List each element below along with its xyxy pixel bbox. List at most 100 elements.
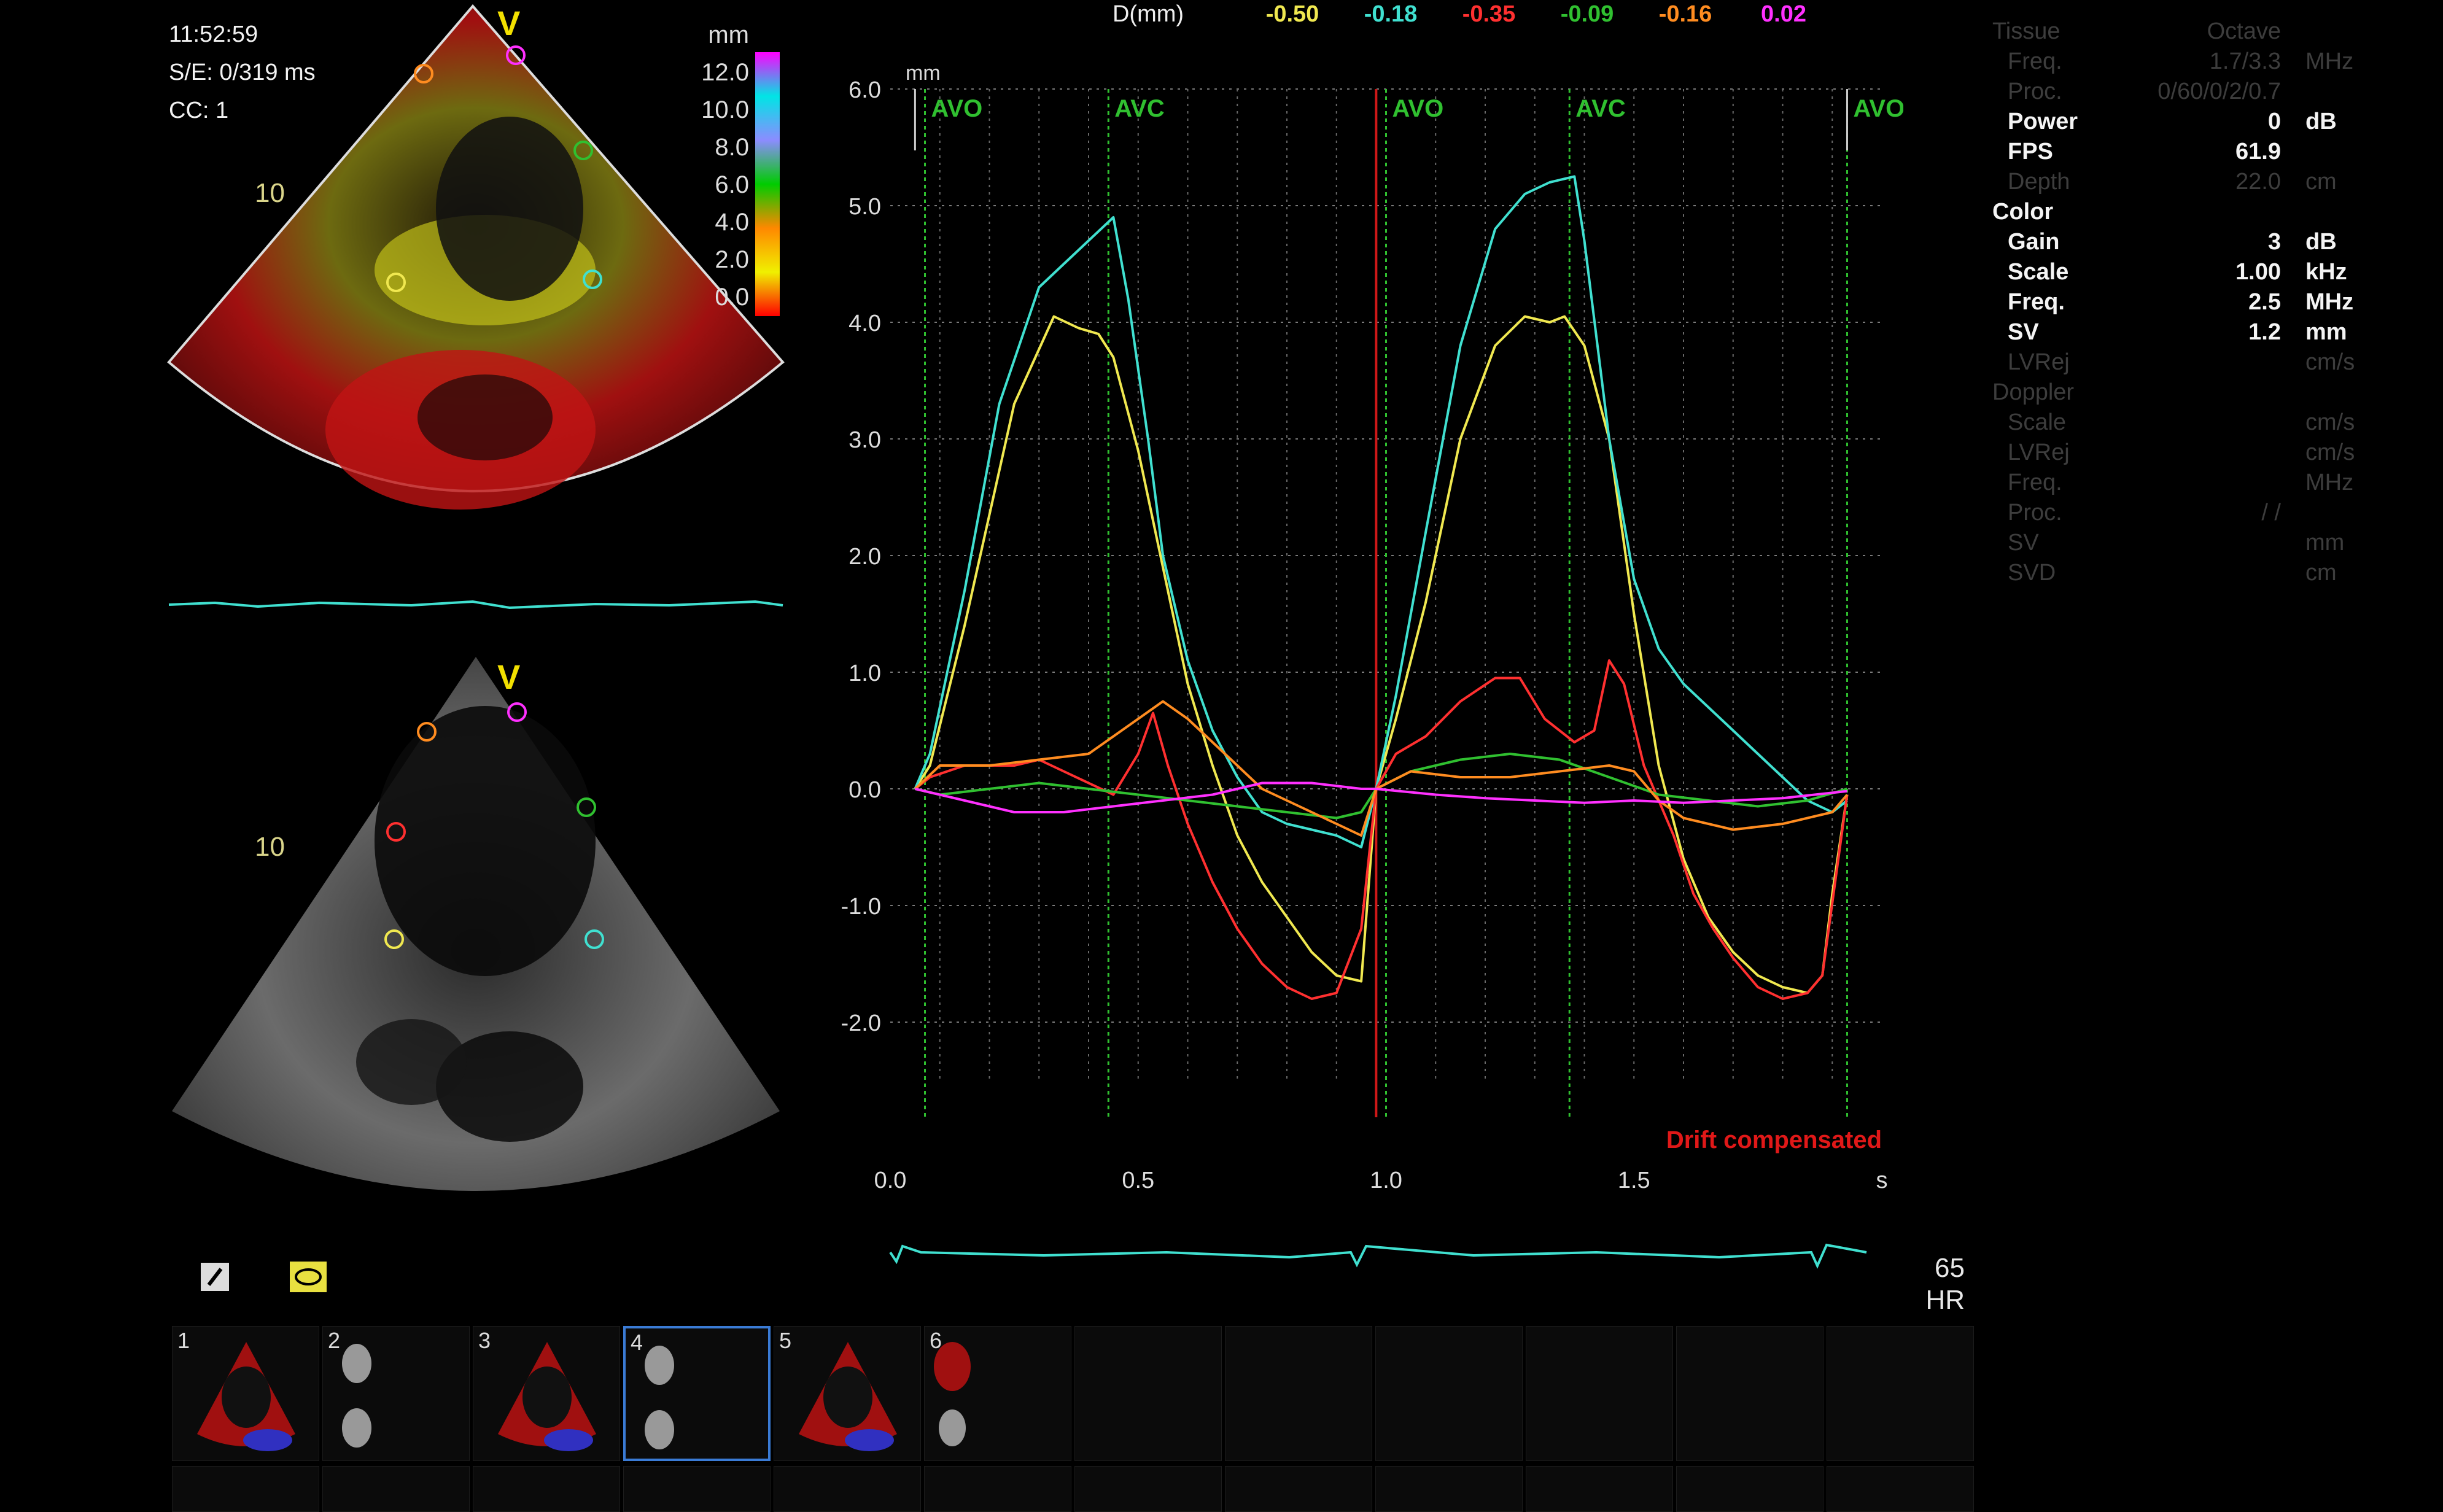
- empty-thumbnail-slot: [1074, 1326, 1222, 1461]
- y-tick-label: -1.0: [841, 894, 881, 920]
- event-label: AVC: [1575, 95, 1625, 122]
- setting-value: 61.9: [2235, 139, 2281, 165]
- setting-unit: cm: [2305, 560, 2337, 586]
- clip-thumbnail[interactable]: 1: [172, 1326, 319, 1461]
- setting-key: Scale: [2008, 409, 2067, 435]
- setting-row: SV mm: [1992, 530, 2422, 560]
- setting-unit: MHz: [2305, 470, 2354, 495]
- setting-row: LVRej cm/s: [1992, 440, 2422, 470]
- y-tick-label: 2.0: [849, 544, 881, 570]
- setting-key: Gain: [2008, 229, 2060, 255]
- setting-key: Doppler: [1992, 379, 2075, 405]
- ecg-trace-top: [168, 600, 783, 610]
- setting-value: / /: [2261, 500, 2281, 525]
- series-line: [914, 659, 1849, 1000]
- legend-value: -0.18: [1364, 1, 1418, 27]
- event-label: AVO: [931, 95, 983, 122]
- setting-key: Scale: [2008, 259, 2069, 285]
- setting-row: Freq. 2.5 MHz: [1992, 289, 2422, 319]
- depth-label: 10: [255, 178, 285, 208]
- y-tick-label: 3.0: [849, 427, 881, 453]
- sector-marker-v: V: [497, 657, 521, 696]
- setting-value: 0: [2267, 109, 2281, 134]
- y-unit-label: mm: [906, 61, 941, 85]
- event-label: AVO: [1853, 95, 1903, 122]
- heart-rate-label: HR: [1925, 1285, 1965, 1315]
- empty-thumbnail-slot: [1225, 1466, 1372, 1512]
- setting-row: Depth 22.0 cm: [1992, 169, 2422, 199]
- setting-row: Freq. MHz: [1992, 470, 2422, 500]
- x-unit-label: s: [1876, 1168, 1888, 1193]
- setting-value: 1.00: [2235, 259, 2281, 285]
- setting-value: Octave: [2207, 18, 2281, 44]
- chart-axes: 0.0 0.5 1.0 1.5 s: [874, 1168, 1888, 1193]
- setting-row: FPS 61.9: [1992, 139, 2422, 169]
- colorbar-labels: mm 12.0 10.0 8.0 6.0 4.0 2.0 0.0: [688, 21, 749, 321]
- echo-view-grayscale[interactable]: V 10: [166, 657, 786, 1265]
- empty-thumbnail-slot: [1526, 1326, 1673, 1461]
- y-tick-label: 5.0: [849, 194, 881, 220]
- setting-row: Scale cm/s: [1992, 409, 2422, 440]
- empty-thumbnail-slot: [1526, 1466, 1673, 1512]
- thumbnail-image: [645, 1346, 674, 1449]
- setting-row: Proc. 0/60/0/2/0.7: [1992, 79, 2422, 109]
- sector-marker-v: V: [497, 4, 521, 42]
- setting-unit: mm: [2305, 319, 2347, 345]
- colorbar-unit: mm: [708, 21, 749, 48]
- setting-unit: cm: [2305, 169, 2337, 195]
- event-label: AVC: [1114, 95, 1164, 122]
- clip-thumbnail[interactable]: 2: [322, 1326, 470, 1461]
- empty-thumbnail-slot: [1827, 1326, 1974, 1461]
- setting-key: Freq.: [2008, 470, 2062, 495]
- roi-ellipse-icon[interactable]: [289, 1260, 327, 1297]
- setting-key: Color: [1992, 199, 2054, 225]
- setting-row: SVD cm: [1992, 560, 2422, 590]
- clip-thumbnail[interactable]: 6: [924, 1326, 1071, 1461]
- setting-unit: MHz: [2305, 48, 2354, 74]
- echo-sector-gray-image: [172, 657, 780, 1191]
- clip-thumbnail[interactable]: 4: [623, 1326, 771, 1461]
- setting-unit: dB: [2305, 229, 2337, 255]
- thumbnail-image: [498, 1342, 596, 1451]
- setting-value: 1.2: [2248, 319, 2281, 345]
- setting-key: SV: [2008, 530, 2039, 556]
- displacement-chart: D(mm) -0.50 -0.18 -0.35 -0.09 -0.16 0.02 6.0 5.…: [841, 1, 1903, 1269]
- colorbar-label: 12.0: [701, 59, 749, 86]
- x-tick-label: 1.5: [1618, 1168, 1650, 1193]
- colorbar-label: 2.0: [715, 246, 749, 273]
- thumbnail-image: [342, 1344, 371, 1448]
- y-tick-label: 0.0: [849, 777, 881, 803]
- empty-thumbnail-slot: [1225, 1326, 1372, 1461]
- empty-thumbnail-slot: [1676, 1326, 1824, 1461]
- empty-thumbnail-slot: [1074, 1466, 1222, 1512]
- setting-unit: cm/s: [2305, 440, 2355, 465]
- setting-row: Color: [1992, 199, 2422, 229]
- colorbar-label: 10.0: [701, 96, 749, 123]
- color-scale-bar: [755, 52, 780, 316]
- setting-value: 0/60/0/2/0.7: [2158, 79, 2281, 104]
- setting-key: FPS: [2008, 139, 2053, 165]
- clip-thumbnail[interactable]: 3: [473, 1326, 620, 1461]
- setting-row: Scale 1.00 kHz: [1992, 259, 2422, 289]
- chart-legend: D(mm) -0.50 -0.18 -0.35 -0.09 -0.16 0.02: [1113, 1, 1806, 27]
- setting-unit: cm/s: [2305, 349, 2355, 375]
- ecg-trace-bottom: [889, 1243, 1867, 1269]
- setting-unit: dB: [2305, 109, 2337, 134]
- empty-thumbnail-slot: [172, 1466, 319, 1512]
- legend-value: -0.09: [1561, 1, 1614, 27]
- setting-row: Freq. 1.7/3.3 MHz: [1992, 48, 2422, 79]
- chart-series: [914, 175, 1849, 1000]
- heart-rate-readout: 65 HR: [1903, 1252, 1965, 1316]
- y-tick-label: 1.0: [849, 661, 881, 686]
- colorbar-label: 8.0: [715, 134, 749, 161]
- empty-thumbnail-slot: [774, 1466, 921, 1512]
- setting-row: Proc. / /: [1992, 500, 2422, 530]
- pencil-edit-icon[interactable]: [200, 1262, 236, 1298]
- legend-value: 0.02: [1761, 1, 1806, 27]
- empty-thumbnail-slot: [1375, 1326, 1523, 1461]
- legend-value: -0.16: [1659, 1, 1712, 27]
- clip-thumbnail[interactable]: 5: [774, 1326, 921, 1461]
- colorbar-label: 6.0: [715, 171, 749, 198]
- depth-label: 10: [255, 832, 285, 862]
- setting-key: Freq.: [2008, 48, 2062, 74]
